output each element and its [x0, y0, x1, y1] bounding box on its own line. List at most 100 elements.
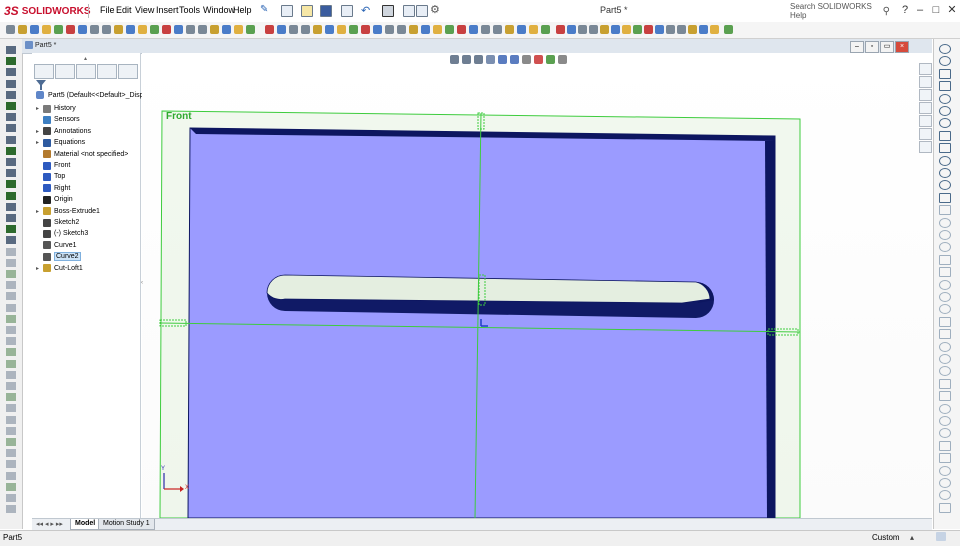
toolbar-command-icon[interactable] [578, 25, 587, 34]
sketch-tool-icon[interactable] [6, 124, 16, 133]
toolbar-command-icon[interactable] [313, 25, 322, 34]
menu-help[interactable]: Help [233, 5, 252, 15]
toolbar-command-icon[interactable] [505, 25, 514, 34]
sketch-tool-icon[interactable] [6, 270, 16, 278]
toolbar-command-icon[interactable] [186, 25, 195, 34]
toolbar-command-icon[interactable] [677, 25, 686, 34]
toolbar-command-icon[interactable] [30, 25, 39, 34]
sketch-tool-icon[interactable] [6, 90, 16, 99]
toolbar-command-icon[interactable] [529, 25, 538, 34]
toolbar-command-icon[interactable] [688, 25, 697, 34]
toolbar-command-icon[interactable] [493, 25, 502, 34]
sketch-entity-icon[interactable] [939, 416, 951, 426]
toolbar-command-icon[interactable] [114, 25, 123, 34]
sketch-tool-icon[interactable] [6, 460, 16, 469]
status-units[interactable]: Custom [872, 533, 900, 542]
sketch-tool-icon[interactable] [6, 337, 16, 346]
appearances-icon[interactable] [919, 115, 932, 127]
tab-feature-tree[interactable] [34, 64, 54, 79]
toolbar-command-icon[interactable] [126, 25, 135, 34]
sketch-tool-icon[interactable] [6, 426, 16, 435]
sketch-entity-icon[interactable] [939, 254, 951, 265]
sketch-tool-icon[interactable] [6, 482, 16, 491]
sketch-tool-icon[interactable] [6, 382, 16, 390]
tree-item[interactable]: Sketch2 [36, 217, 79, 228]
solidworks-logo[interactable]: 3S SOLIDWORKS [4, 3, 91, 19]
sketch-tool-icon[interactable] [6, 449, 16, 458]
sketch-tool-icon[interactable] [6, 236, 16, 245]
toolbar-command-icon[interactable] [397, 25, 406, 34]
sketch-entity-icon[interactable] [939, 44, 951, 54]
menu-file[interactable]: File [100, 5, 115, 15]
sketch-tool-icon[interactable] [6, 214, 16, 222]
tree-item[interactable]: Sensors [36, 114, 80, 125]
toolbar-command-icon[interactable] [481, 25, 490, 34]
sketch-entity-icon[interactable] [939, 81, 951, 92]
expand-arrow-icon[interactable]: ▸ [36, 265, 42, 272]
toolbar-command-icon[interactable] [655, 25, 664, 34]
tree-part-root[interactable]: Part5 (Default<<Default>_Display [36, 91, 152, 99]
doc-tile-button[interactable]: ▭ [880, 41, 894, 53]
doc-restore-button[interactable]: ▫ [865, 41, 879, 53]
sketch-tool-icon[interactable] [6, 505, 16, 514]
sketch-tool-icon[interactable] [6, 393, 16, 402]
sketch-tool-icon[interactable] [6, 359, 16, 368]
expand-arrow-icon[interactable]: ▸ [36, 139, 42, 146]
doc-minimize-button[interactable]: – [850, 41, 864, 53]
toolbar-command-icon[interactable] [138, 25, 147, 34]
sketch-tool-icon[interactable] [6, 415, 16, 424]
tab-dimxpert-manager[interactable] [97, 64, 117, 79]
toolbar-command-icon[interactable] [361, 25, 370, 34]
menu-insert[interactable]: Insert [156, 5, 179, 15]
sketch-tool-icon[interactable] [6, 225, 16, 234]
sketch-tool-icon[interactable] [6, 471, 16, 480]
toolbar-command-icon[interactable] [198, 25, 207, 34]
undo-icon[interactable]: ↶ [361, 4, 370, 17]
sketch-entity-icon[interactable] [939, 267, 951, 278]
sketch-entity-icon[interactable] [939, 478, 951, 488]
sketch-tool-icon[interactable] [6, 79, 16, 88]
sketch-tool-icon[interactable] [6, 191, 16, 200]
pin-icon[interactable]: ✎ [260, 5, 268, 15]
sketch-entity-icon[interactable] [939, 143, 951, 154]
units-dropdown-icon[interactable]: ▴ [910, 533, 914, 542]
expand-arrow-icon[interactable]: ▸ [36, 128, 42, 135]
options-gear-icon[interactable]: ⚙ [430, 3, 440, 16]
sketch-tool-icon[interactable] [6, 169, 16, 178]
toolbar-command-icon[interactable] [541, 25, 550, 34]
sketch-entity-icon[interactable] [939, 168, 951, 178]
sketch-entity-icon[interactable] [939, 341, 951, 352]
sketch-entity-icon[interactable] [939, 68, 951, 79]
file-properties-icon[interactable] [416, 5, 428, 17]
toolbar-command-icon[interactable] [6, 25, 15, 34]
toolbar-command-icon[interactable] [611, 25, 620, 34]
tab-configuration-manager[interactable] [76, 64, 96, 79]
doc-close-button[interactable]: × [895, 41, 909, 53]
toolbar-command-icon[interactable] [102, 25, 111, 34]
sketch-tool-icon[interactable] [6, 494, 16, 502]
toolbar-command-icon[interactable] [644, 25, 653, 34]
tree-item[interactable]: Material <not specified> [36, 149, 128, 160]
print-icon[interactable] [341, 5, 353, 17]
sketch-tool-icon[interactable] [6, 404, 16, 413]
menu-tools[interactable]: Tools [179, 5, 200, 15]
toolbar-command-icon[interactable] [409, 25, 418, 34]
toolbar-command-icon[interactable] [174, 25, 183, 34]
toolbar-command-icon[interactable] [567, 25, 576, 34]
toolbar-command-icon[interactable] [385, 25, 394, 34]
rebuild-icon[interactable] [403, 5, 415, 17]
toolbar-command-icon[interactable] [246, 25, 255, 34]
sketch-entity-icon[interactable] [939, 130, 951, 141]
sketch-tool-icon[interactable] [6, 247, 16, 256]
sketch-tool-icon[interactable] [6, 370, 16, 379]
toolbar-command-icon[interactable] [301, 25, 310, 34]
toolbar-command-icon[interactable] [234, 25, 243, 34]
tab-motion-study[interactable]: Motion Study 1 [98, 519, 155, 530]
sketch-entity-icon[interactable] [939, 329, 951, 340]
sketch-entity-icon[interactable] [939, 502, 951, 513]
sketch-tool-icon[interactable] [6, 281, 16, 290]
toolbar-command-icon[interactable] [78, 25, 87, 34]
solidworks-resources-icon[interactable] [919, 63, 932, 75]
toolbar-command-icon[interactable] [517, 25, 526, 34]
toolbar-command-icon[interactable] [556, 25, 565, 34]
